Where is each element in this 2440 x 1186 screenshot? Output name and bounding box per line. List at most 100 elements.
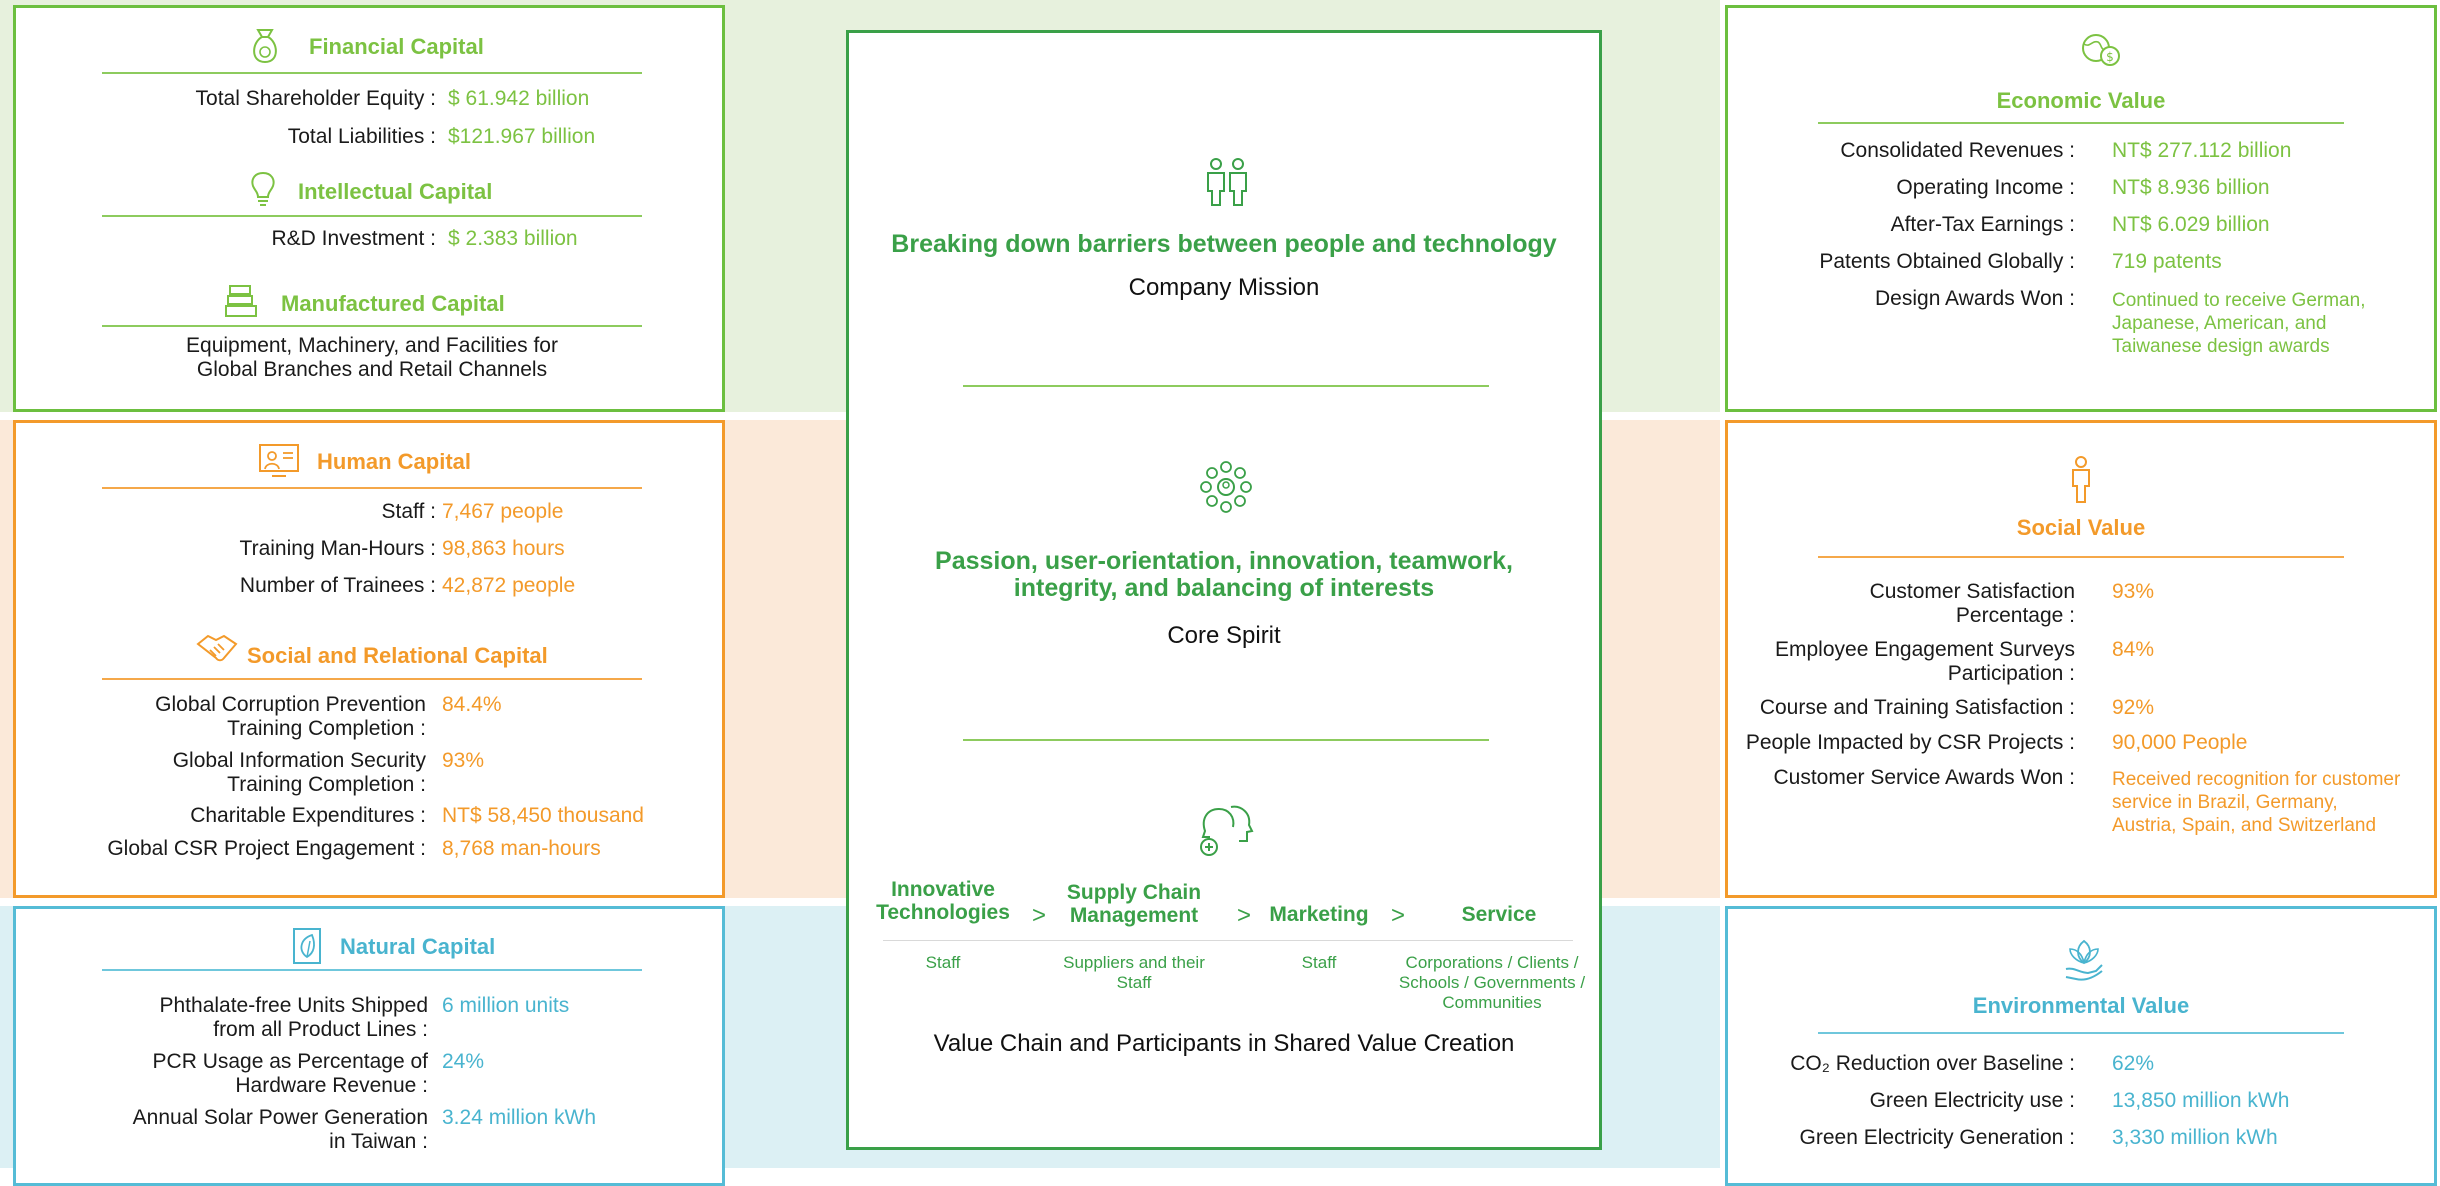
row-label: R&D Investment : xyxy=(271,227,436,250)
row-value: $ 61.942 billion xyxy=(448,87,590,110)
human-social-box: Human Capital Staff : 7,467 people Train… xyxy=(13,420,725,898)
divider xyxy=(1818,122,2344,124)
social-value-title: Social Value xyxy=(2016,515,2146,540)
row-label: Design Awards Won : xyxy=(1875,287,2075,310)
row-value: 84.4% xyxy=(442,693,502,716)
label-line-2: Training Completion : xyxy=(227,773,426,796)
chain-participants-innovative: Staff xyxy=(875,953,1011,973)
company-mission-statement: Breaking down barriers between people an… xyxy=(891,230,1557,258)
chain-separator: > xyxy=(1391,902,1406,929)
row-value: 6 million units xyxy=(442,994,570,1017)
environmental-arrow-icon xyxy=(1680,906,1720,1168)
chain-participants-supply-chain: Suppliers and their Staff xyxy=(1049,953,1219,993)
row-label: Phthalate-free Units Shipped from all Pro… xyxy=(160,994,429,1042)
row-label: Annual Solar Power Generation in Taiwan : xyxy=(133,1106,428,1154)
participant-line-1: Suppliers and their xyxy=(1063,953,1205,972)
social-value-box: Social Value Customer Satisfaction Percen… xyxy=(1725,420,2437,898)
social-arrow-icon xyxy=(1680,420,1720,898)
chain-step-line-1: Service xyxy=(1461,903,1537,926)
row-value: 98,863 hours xyxy=(442,537,565,560)
row-label: Customer Service Awards Won : xyxy=(1773,766,2075,789)
row-label: Green Electricity Generation : xyxy=(1799,1126,2075,1149)
economic-value-title: Economic Value xyxy=(1996,88,2166,113)
row-value: $121.967 billion xyxy=(448,125,596,148)
chain-participants-marketing: Staff xyxy=(1259,953,1379,973)
row-label: Employee Engagement Surveys Participation… xyxy=(1775,638,2075,686)
row-value: 3,330 million kWh xyxy=(2112,1126,2278,1149)
two-people-icon xyxy=(1207,158,1247,206)
row-value: $ 2.383 billion xyxy=(448,227,578,250)
chain-step-line-1: Marketing xyxy=(1269,903,1369,926)
natural-capital-title: Natural Capital xyxy=(340,934,496,959)
leaf-document-icon xyxy=(293,928,321,964)
row-label: Operating Income : xyxy=(1896,176,2075,199)
row-value: 84% xyxy=(2112,638,2155,661)
core-spirit-statement: Passion, user-orientation, innovation, t… xyxy=(849,548,1599,602)
row-value: 719 patents xyxy=(2112,250,2222,273)
value-line-1: Received recognition for customer xyxy=(2112,769,2401,790)
label-line-2: in Taiwan : xyxy=(329,1130,428,1153)
chain-participants-service: Corporations / Clients / Schools / Gover… xyxy=(1389,953,1595,1013)
label-line-1: Annual Solar Power Generation xyxy=(132,1106,428,1129)
row-value: 3.24 million kWh xyxy=(442,1106,597,1129)
hand-plant-icon xyxy=(2065,939,2103,981)
row-value: 42,872 people xyxy=(442,574,576,597)
row-label: Patents Obtained Globally : xyxy=(1819,250,2075,273)
manufactured-text: Equipment, Machinery, and Facilities for… xyxy=(16,334,728,382)
lightbulb-icon xyxy=(251,171,275,206)
label-line-2: Hardware Revenue : xyxy=(235,1074,428,1097)
row-value: 93% xyxy=(2112,580,2155,603)
human-capital-title: Human Capital xyxy=(317,449,472,474)
label-line-1: PCR Usage as Percentage of xyxy=(152,1050,428,1073)
row-label: People Impacted by CSR Projects : xyxy=(1745,731,2075,754)
value-line-3: Austria, Spain, and Switzerland xyxy=(2112,815,2377,836)
row-value: Continued to receive German, Japanese, A… xyxy=(2112,289,2365,358)
divider xyxy=(102,487,642,489)
divider xyxy=(102,325,642,327)
divider xyxy=(102,215,642,217)
row-label: Global Corruption Prevention Training Com… xyxy=(155,693,426,741)
chain-step-innovative-technologies: Innovative Technologies xyxy=(875,878,1011,924)
row-label: CO₂ Reduction over Baseline : xyxy=(1790,1052,2075,1075)
divider xyxy=(102,678,642,680)
divider xyxy=(963,739,1489,741)
row-label: Consolidated Revenues : xyxy=(1840,139,2075,162)
chain-step-line-2: Technologies xyxy=(876,901,1010,924)
value-line-2: service in Brazil, Germany, xyxy=(2112,792,2338,813)
row-label: Total Shareholder Equity : xyxy=(195,87,436,110)
row-label: Green Electricity use : xyxy=(1869,1089,2075,1112)
value-line-1: Continued to receive German, xyxy=(2112,290,2366,311)
label-line-1: Global Information Security xyxy=(172,749,426,772)
participant-line-2: Schools / Governments / xyxy=(1398,973,1586,992)
row-value: 13,850 million kWh xyxy=(2112,1089,2290,1112)
manufactured-line-1: Equipment, Machinery, and Facilities for xyxy=(186,334,558,357)
core-spirit-circle-icon xyxy=(1200,461,1252,513)
handshake-icon xyxy=(196,634,238,662)
row-value: NT$ 6.029 billion xyxy=(2112,213,2270,236)
row-value: NT$ 277.112 billion xyxy=(2112,139,2292,162)
core-spirit-line-1: Passion, user-orientation, innovation, t… xyxy=(935,547,1513,575)
chain-separator: > xyxy=(1032,902,1047,929)
financial-capital-title: Financial Capital xyxy=(309,34,484,59)
label-line-2: Participation : xyxy=(1947,662,2075,685)
label-line-1: Phthalate-free Units Shipped xyxy=(159,994,429,1017)
economic-arrow-icon xyxy=(1680,0,1720,412)
intellectual-capital-title: Intellectual Capital xyxy=(298,179,493,204)
label-line-1: Employee Engagement Surveys xyxy=(1775,638,2075,661)
company-mission-caption: Company Mission xyxy=(1128,274,1320,301)
label-line-2: Training Completion : xyxy=(227,717,426,740)
chain-separator: > xyxy=(1237,902,1252,929)
row-value: 24% xyxy=(442,1050,485,1073)
row-label: Number of Trainees : xyxy=(239,574,436,597)
participant-line-1: Staff xyxy=(925,953,961,972)
person-icon xyxy=(2072,456,2090,503)
value-line-2: Japanese, American, and xyxy=(2112,313,2327,334)
divider xyxy=(102,72,642,74)
chain-step-line-1: Innovative xyxy=(891,878,995,901)
divider xyxy=(1818,556,2344,558)
value-chain-caption: Value Chain and Participants in Shared V… xyxy=(933,1030,1515,1057)
row-label: Global CSR Project Engagement : xyxy=(107,837,426,860)
label-line-2: Percentage : xyxy=(1955,604,2075,627)
row-value: NT$ 58,450 thousand xyxy=(442,804,644,827)
row-label: After-Tax Earnings : xyxy=(1890,213,2075,236)
